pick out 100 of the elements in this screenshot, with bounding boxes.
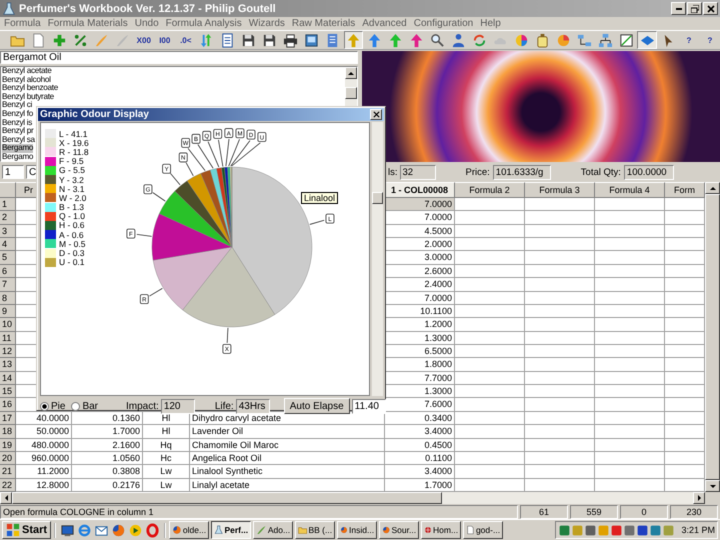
taskbar-button[interactable]: olde... xyxy=(169,521,210,539)
menu-item[interactable]: Formula Materials xyxy=(46,17,133,30)
menu-item[interactable]: Advanced xyxy=(360,17,412,30)
menu-item[interactable]: Help xyxy=(478,17,506,30)
row-header[interactable]: 15 xyxy=(0,385,16,398)
table-cell[interactable]: 3.4000 xyxy=(385,465,455,479)
menu-item[interactable]: Formula Analysis xyxy=(164,17,247,30)
toolbar-button[interactable]: .0< xyxy=(176,31,196,49)
row-header[interactable]: 5 xyxy=(0,251,16,265)
toolbar-button[interactable]: X00 xyxy=(134,31,154,49)
material-field[interactable]: Bergamot Oil xyxy=(0,51,358,64)
play-icon[interactable] xyxy=(128,522,144,538)
life-field[interactable]: 43Hrs xyxy=(236,398,270,414)
list-item[interactable]: Benzyl ci xyxy=(2,101,32,110)
legend-label: N - 3.1 xyxy=(59,184,85,194)
list-item[interactable]: Benzyl acetate xyxy=(2,67,52,76)
toolbar-button[interactable]: ? xyxy=(700,31,720,49)
table-cell[interactable]: 3.4000 xyxy=(385,425,455,439)
minimize-button[interactable] xyxy=(671,2,686,15)
row-header[interactable]: 20 xyxy=(0,452,16,466)
tooltip: Linalool xyxy=(301,192,338,204)
table-cell xyxy=(595,211,665,225)
tray-icon[interactable] xyxy=(636,524,650,536)
row-header[interactable]: 12 xyxy=(0,344,16,358)
taskbar-button[interactable]: Hom... xyxy=(421,521,462,539)
tray-icon[interactable] xyxy=(558,524,572,536)
taskbar-button[interactable]: Insid... xyxy=(337,521,378,539)
list-item[interactable]: Benzyl benzoate xyxy=(2,84,58,93)
radio-button[interactable]: Bar xyxy=(71,400,98,412)
row-header[interactable]: 21 xyxy=(0,465,16,479)
menu-item[interactable]: Configuration xyxy=(412,17,478,30)
row-header[interactable]: 22 xyxy=(0,478,16,492)
taskbar-button[interactable]: BB (... xyxy=(295,521,336,539)
row-header[interactable]: 17 xyxy=(0,412,16,426)
start-button[interactable]: Start xyxy=(2,521,52,539)
table-cell[interactable]: 0.3400 xyxy=(385,412,455,426)
tray-icon[interactable] xyxy=(623,524,636,536)
row-header[interactable]: 13 xyxy=(0,358,16,372)
list-item[interactable]: Benzyl butyrate xyxy=(2,92,54,102)
materials-count-field[interactable]: 32 xyxy=(400,164,436,180)
row-header[interactable]: 1 xyxy=(0,198,16,212)
taskbar-button[interactable]: Sour... xyxy=(379,521,420,539)
toolbar-button[interactable]: ? xyxy=(679,31,699,49)
menu-item[interactable]: Raw Materials xyxy=(290,17,360,30)
price-field[interactable]: 101.6333/g xyxy=(492,164,551,180)
column-header[interactable]: Formula 4 xyxy=(595,182,665,198)
vertical-scrollbar[interactable] xyxy=(372,122,383,396)
auto-elapse-button[interactable]: Auto Elapse xyxy=(284,398,350,414)
table-cell[interactable]: 0.4500 xyxy=(385,438,455,452)
list-item[interactable]: Benzyl alcohol xyxy=(2,76,51,84)
menu-item[interactable]: Undo xyxy=(132,17,164,30)
toolbar-button[interactable]: I00 xyxy=(154,31,175,49)
menu-item[interactable]: Wizards xyxy=(246,17,290,30)
horizontal-scrollbar[interactable] xyxy=(0,492,705,504)
table-cell xyxy=(525,372,595,386)
taskbar-button[interactable]: Perf... xyxy=(211,521,252,539)
row-header[interactable]: 10 xyxy=(0,318,16,332)
row-header[interactable]: 8 xyxy=(0,292,16,305)
impact-field[interactable]: 120 xyxy=(160,398,195,414)
row-header[interactable]: 6 xyxy=(0,264,16,278)
tray-icon[interactable] xyxy=(584,524,598,536)
row-header[interactable]: 19 xyxy=(0,438,16,452)
row-header[interactable]: 3 xyxy=(0,224,16,238)
taskbar-button[interactable]: god-... xyxy=(463,521,504,539)
elapse-field[interactable]: 11.40 xyxy=(352,398,386,414)
restore-button[interactable] xyxy=(687,2,702,15)
firefox-icon[interactable] xyxy=(111,522,126,538)
close-button[interactable] xyxy=(370,109,382,120)
row-header[interactable]: 4 xyxy=(0,238,16,252)
row-header[interactable]: 14 xyxy=(0,372,16,386)
list-item[interactable]: Bergamo xyxy=(2,152,34,161)
list-item[interactable]: Benzyl fo xyxy=(2,110,33,119)
row-header[interactable]: 11 xyxy=(0,332,16,345)
menu-item[interactable]: Formula xyxy=(2,17,46,30)
column-header[interactable]: Formula 3 xyxy=(525,182,595,198)
total-qty-field[interactable]: 100.0000 xyxy=(624,164,674,180)
column-header[interactable]: Formula 2 xyxy=(455,182,525,198)
close-button[interactable] xyxy=(703,2,718,15)
column-field[interactable]: 1 xyxy=(2,165,24,179)
opera-icon[interactable] xyxy=(145,522,160,538)
row-header[interactable]: 7 xyxy=(0,278,16,292)
taskbar-button[interactable]: Ado... xyxy=(253,521,294,539)
tray-icon[interactable] xyxy=(610,524,624,536)
column-header[interactable]: 1 - COL00008 xyxy=(385,182,455,198)
list-item[interactable]: Benzyl pr xyxy=(2,127,34,136)
list-item[interactable]: Benzyl sa xyxy=(2,136,35,144)
grid-corner[interactable] xyxy=(0,182,16,198)
table-cell[interactable]: 7.0000 xyxy=(385,198,455,212)
list-item[interactable]: Bergamo xyxy=(2,144,34,153)
row-header[interactable]: 9 xyxy=(0,304,16,318)
list-item[interactable]: Benzyl is xyxy=(2,118,32,128)
desktop-icon[interactable] xyxy=(60,522,76,538)
column-header[interactable]: Form xyxy=(665,182,705,198)
row-header[interactable]: 18 xyxy=(0,425,16,439)
row-header[interactable]: 16 xyxy=(0,398,16,412)
table-cell[interactable]: 0.1100 xyxy=(385,452,455,466)
tray-icon[interactable] xyxy=(649,524,662,536)
radio-button[interactable]: Pie xyxy=(40,400,66,412)
row-header[interactable]: 2 xyxy=(0,211,16,225)
vertical-scrollbar[interactable] xyxy=(705,182,720,492)
